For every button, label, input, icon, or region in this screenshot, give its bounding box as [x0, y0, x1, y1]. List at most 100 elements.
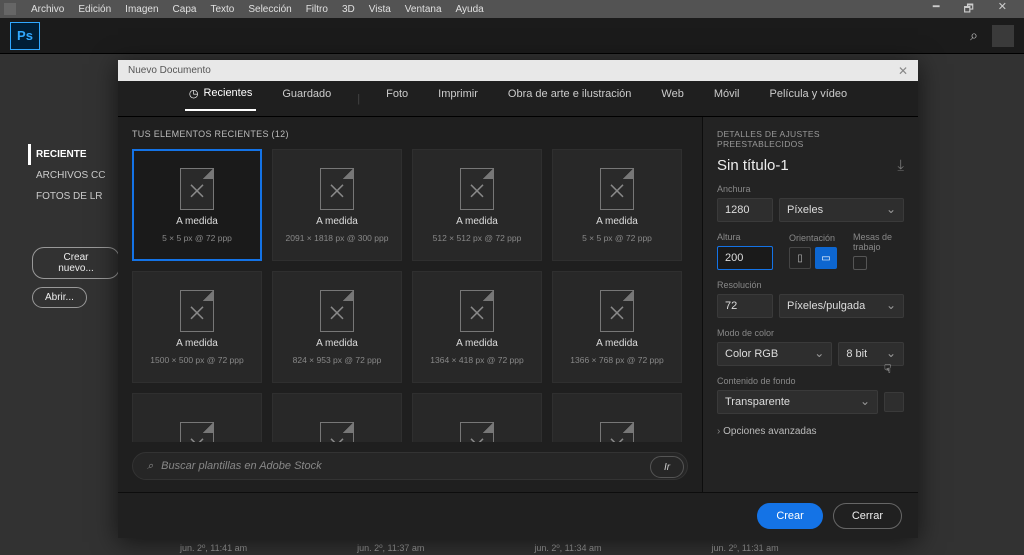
app-logo-icon	[4, 3, 16, 15]
menu-window[interactable]: Ventana	[398, 4, 449, 15]
photoshop-badge: Ps	[10, 22, 40, 50]
preset-subtitle: 5 × 5 px @ 72 ppp	[582, 233, 652, 243]
dialog-title: Nuevo Documento	[128, 65, 211, 76]
preset-item[interactable]	[132, 393, 262, 442]
orientation-portrait[interactable]: ▯	[789, 247, 811, 269]
tab-art[interactable]: Obra de arte e ilustración	[504, 88, 636, 109]
menu-view[interactable]: Vista	[362, 4, 398, 15]
preset-thumb-icon	[320, 168, 354, 210]
dialog-close-icon[interactable]: ✕	[898, 64, 908, 78]
preset-title: A medida	[596, 338, 638, 349]
menu-image[interactable]: Imagen	[118, 4, 165, 15]
preset-item[interactable]: A medida 1500 × 500 px @ 72 ppp	[132, 271, 262, 383]
preset-thumb-icon	[600, 290, 634, 332]
recent-timestamps: jun. 2º, 11:41 am jun. 2º, 11:37 am jun.…	[180, 543, 779, 553]
background-select[interactable]: Transparente	[717, 390, 878, 414]
resolution-unit-select[interactable]: Píxeles/pulgada	[779, 294, 904, 318]
menu-type[interactable]: Texto	[203, 4, 241, 15]
workspace-icon[interactable]	[992, 25, 1014, 47]
category-tabs: ◷ Recientes Guardado | Foto Imprimir Obr…	[118, 81, 918, 117]
advanced-options-toggle[interactable]: Opciones avanzadas	[717, 426, 904, 437]
preset-thumb-icon	[180, 168, 214, 210]
menu-3d[interactable]: 3D	[335, 4, 362, 15]
preset-subtitle: 1366 × 768 px @ 72 ppp	[570, 355, 663, 365]
preset-item[interactable]: A medida 2091 × 1818 px @ 300 ppp	[272, 149, 402, 261]
stock-go-button[interactable]: Ir	[650, 456, 684, 478]
tab-saved[interactable]: Guardado	[278, 88, 335, 109]
menu-help[interactable]: Ayuda	[449, 4, 491, 15]
preset-item[interactable]	[412, 393, 542, 442]
save-preset-icon[interactable]: ⤓	[897, 157, 904, 174]
presets-panel: TUS ELEMENTOS RECIENTES (12) A medida 5 ×…	[118, 117, 702, 492]
preset-subtitle: 5 × 5 px @ 72 ppp	[162, 233, 232, 243]
preset-title: A medida	[316, 338, 358, 349]
document-name[interactable]: Sin título-1	[717, 157, 789, 174]
preset-title: A medida	[456, 216, 498, 227]
open-button[interactable]: Abrir...	[32, 287, 87, 308]
timestamp: jun. 2º, 11:41 am	[180, 543, 247, 553]
sidebar-item-recent[interactable]: RECIENTE	[28, 144, 120, 165]
preset-item[interactable]: A medida 5 × 5 px @ 72 ppp	[132, 149, 262, 261]
preset-item[interactable]: A medida512 × 512 px @ 72 ppp	[412, 149, 542, 261]
background-label: Contenido de fondo	[717, 376, 904, 386]
preset-thumb-icon	[600, 422, 634, 442]
resolution-label: Resolución	[717, 280, 904, 290]
tab-print[interactable]: Imprimir	[434, 88, 482, 109]
preset-grid: A medida 5 × 5 px @ 72 ppp A medida 2091 × …	[132, 149, 688, 442]
menu-layer[interactable]: Capa	[166, 4, 204, 15]
orientation-landscape[interactable]: ▭	[815, 247, 837, 269]
presets-header: TUS ELEMENTOS RECIENTES (12)	[132, 129, 688, 139]
preset-title: A medida	[176, 338, 218, 349]
background-swatch[interactable]	[884, 392, 904, 412]
search-icon[interactable]: ⌕	[970, 27, 978, 44]
menu-edit[interactable]: Edición	[71, 4, 118, 15]
preset-thumb-icon	[180, 422, 214, 442]
preset-subtitle: 2091 × 1818 px @ 300 ppp	[286, 233, 389, 243]
preset-subtitle: 824 × 953 px @ 72 ppp	[293, 355, 382, 365]
tab-mobile[interactable]: Móvil	[710, 88, 744, 109]
menu-filter[interactable]: Filtro	[299, 4, 335, 15]
preset-thumb-icon	[320, 290, 354, 332]
artboards-checkbox[interactable]	[853, 256, 867, 270]
tab-recent[interactable]: ◷ Recientes	[185, 87, 257, 111]
tab-film[interactable]: Película y vídeo	[766, 88, 852, 109]
stock-search-input[interactable]: ⌕ Buscar plantillas en Adobe Stock Ir	[132, 452, 688, 480]
close-button[interactable]: Cerrar	[833, 503, 902, 529]
menu-select[interactable]: Selección	[241, 4, 298, 15]
window-minimize-icon[interactable]: ━	[926, 0, 947, 19]
home-sidebar: RECIENTE ARCHIVOS CC FOTOS DE LR Crear n…	[0, 54, 120, 316]
preset-thumb-icon	[460, 290, 494, 332]
preset-subtitle: 1364 × 418 px @ 72 ppp	[430, 355, 523, 365]
preset-item[interactable]: A medida 1364 × 418 px @ 72 ppp	[412, 271, 542, 383]
preset-item[interactable]: A medida 1366 × 768 px @ 72 ppp	[552, 271, 682, 383]
window-restore-icon[interactable]: 🗗	[956, 0, 980, 19]
color-mode-select[interactable]: Color RGB	[717, 342, 832, 366]
width-label: Anchura	[717, 184, 904, 194]
resolution-input[interactable]	[717, 294, 773, 318]
preset-item[interactable]	[272, 393, 402, 442]
width-input[interactable]	[717, 198, 773, 222]
tab-label: Recientes	[203, 87, 252, 99]
create-button[interactable]: Crear	[757, 503, 823, 529]
tab-photo[interactable]: Foto	[382, 88, 412, 109]
timestamp: jun. 2º, 11:31 am	[712, 543, 779, 553]
preset-subtitle: 1500 × 500 px @ 72 ppp	[150, 355, 243, 365]
create-new-button[interactable]: Crear nuevo...	[32, 247, 120, 279]
preset-title: A medida	[456, 338, 498, 349]
details-header: DETALLES DE AJUSTES PREESTABLECIDOS	[717, 129, 904, 149]
preset-item[interactable]: A medida 824 × 953 px @ 72 ppp	[272, 271, 402, 383]
preset-title: A medida	[176, 216, 218, 227]
sidebar-item-lr[interactable]: FOTOS DE LR	[36, 186, 120, 207]
bit-depth-select[interactable]: 8 bit	[838, 342, 904, 366]
window-close-icon[interactable]: ✕	[991, 0, 1014, 19]
preset-details-panel: DETALLES DE AJUSTES PREESTABLECIDOS Sin …	[702, 117, 918, 492]
preset-item[interactable]	[552, 393, 682, 442]
preset-title: A medida	[316, 216, 358, 227]
height-input[interactable]	[717, 246, 773, 270]
menu-file[interactable]: Archivo	[24, 4, 71, 15]
tab-web[interactable]: Web	[657, 88, 687, 109]
width-unit-select[interactable]: Píxeles	[779, 198, 904, 222]
sidebar-item-cc[interactable]: ARCHIVOS CC	[36, 165, 120, 186]
preset-item[interactable]: A medida5 × 5 px @ 72 ppp	[552, 149, 682, 261]
color-mode-label: Modo de color	[717, 328, 904, 338]
